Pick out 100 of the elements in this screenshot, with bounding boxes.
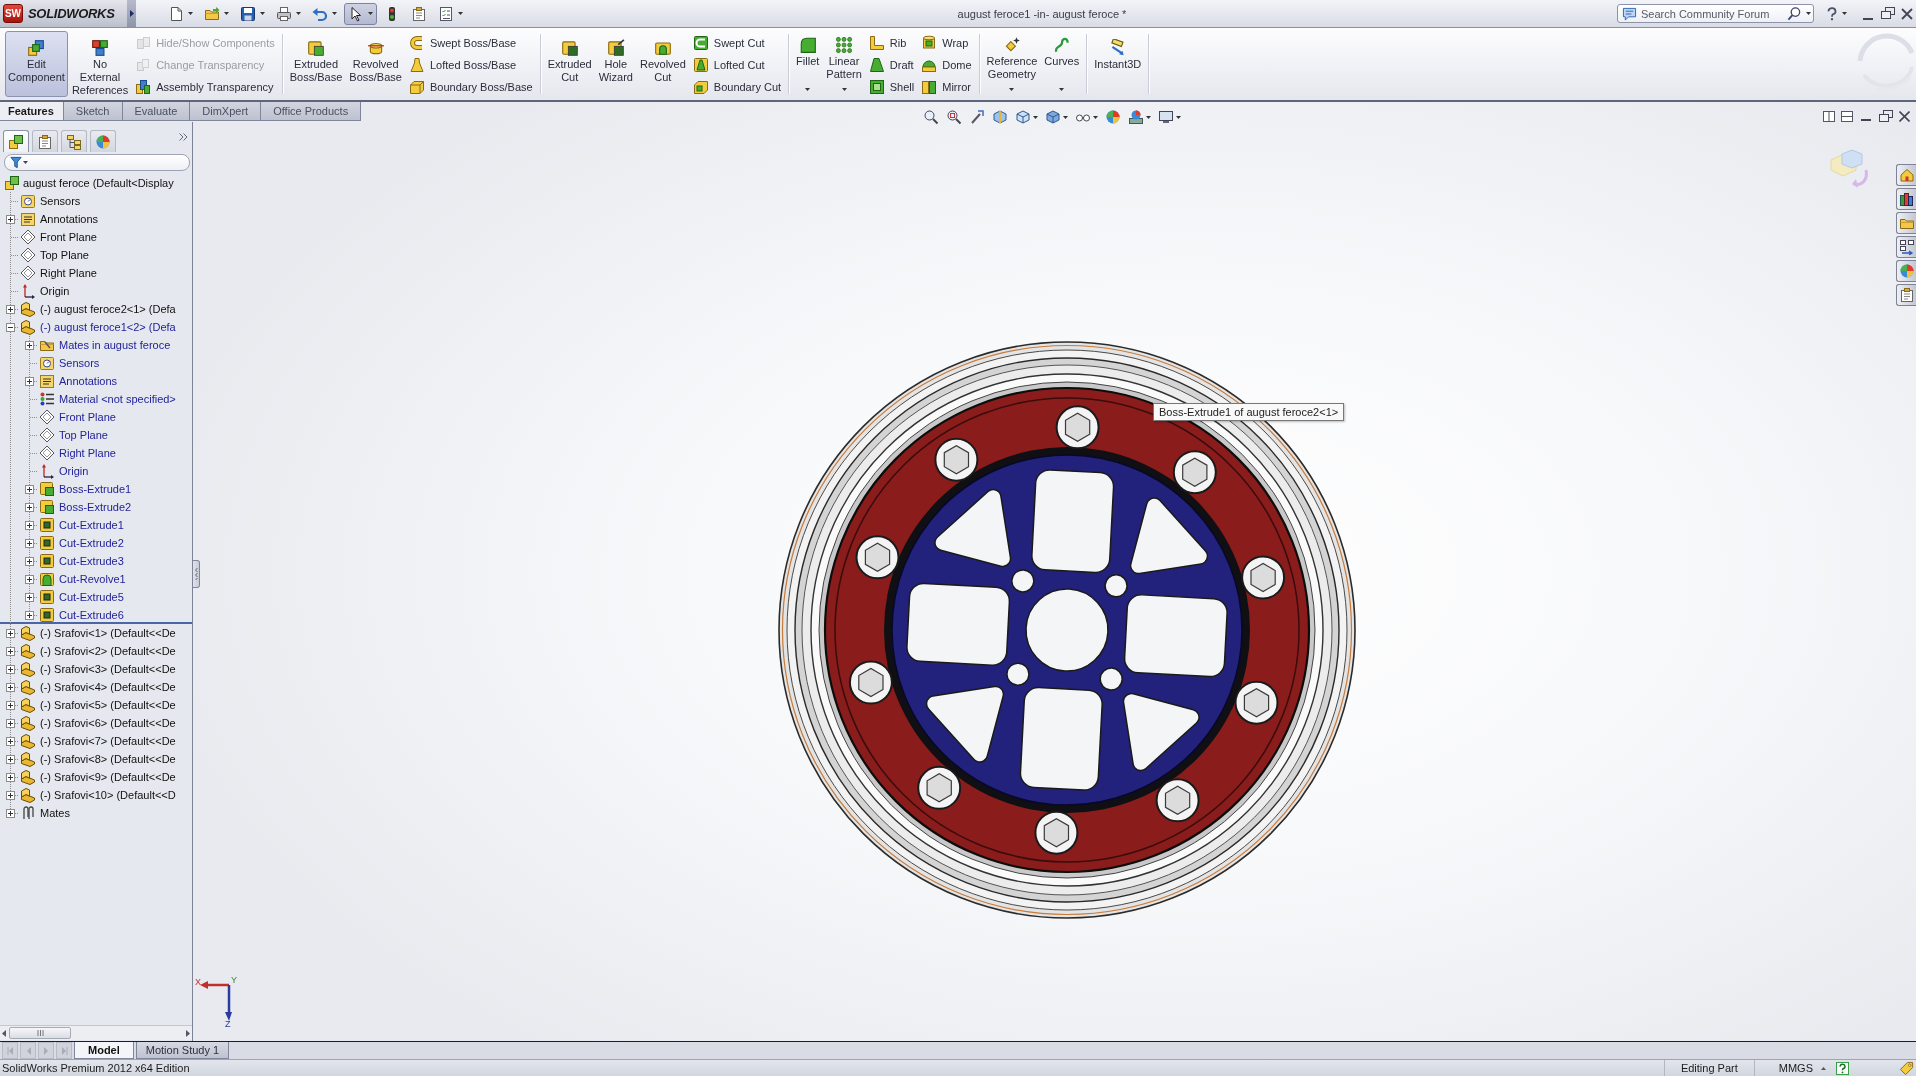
expand-icon[interactable] [6,754,15,764]
command-tab[interactable]: Sketch [62,102,123,121]
menu-flyout-button[interactable] [127,0,136,27]
ribbon-button[interactable]: Reference Geometry [983,31,1041,97]
view-toolbar-button[interactable] [1015,109,1039,125]
expand-icon[interactable] [6,790,15,800]
ribbon-button[interactable]: Shell [865,78,918,96]
tree-item[interactable]: Front Plane [59,411,116,423]
view-toolbar-button[interactable] [1158,109,1182,125]
horizontal-scrollbar[interactable] [0,1025,192,1040]
expand-icon[interactable] [6,772,15,782]
view-toolbar-button[interactable] [923,109,940,125]
expand-icon[interactable] [25,538,34,548]
panel-tab[interactable] [32,130,58,152]
ribbon-button[interactable]: Boundary Boss/Base [405,78,536,96]
model-tab[interactable]: Model [74,1042,134,1059]
tile-button[interactable] [1841,110,1853,122]
ribbon-button[interactable]: Curves [1041,31,1083,97]
tile-button[interactable] [1823,110,1835,122]
ribbon-button[interactable]: No External References [68,31,132,97]
tree-item[interactable]: Mates in august feroce [59,339,171,351]
tree-item[interactable]: (-) Srafovi<1> (Default<<De [40,627,176,639]
tree-item[interactable]: (-) Srafovi<7> (Default<<De [40,735,176,747]
expand-icon[interactable] [6,628,15,638]
expand-icon[interactable] [25,520,34,530]
toolbar-button[interactable] [344,2,377,25]
tree-item[interactable]: Cut-Extrude6 [59,609,124,621]
restore-button[interactable] [1879,109,1893,123]
tree-item[interactable]: Mates [40,807,70,819]
units-button[interactable]: MMGS [1754,1060,1836,1076]
tree-item[interactable]: Boss-Extrude2 [59,501,132,513]
tree-item[interactable]: Origin [59,465,89,477]
expand-icon[interactable] [6,646,15,656]
tree-item[interactable]: Sensors [59,357,100,369]
help-button[interactable] [1836,1061,1849,1075]
ribbon-button[interactable]: Extruded Cut [544,31,595,97]
view-toolbar-button[interactable] [1105,109,1122,125]
tree-item[interactable]: Cut-Revolve1 [59,573,126,585]
tree-item[interactable]: Top Plane [59,429,108,441]
ribbon-button[interactable]: Revolved Boss/Base [346,31,405,97]
expand-icon[interactable] [25,592,34,602]
panel-tab[interactable] [3,130,29,152]
tree-item[interactable]: Annotations [59,375,118,387]
tree-item[interactable]: (-) Srafovi<3> (Default<<De [40,663,176,675]
tree-item[interactable]: Sensors [40,195,81,207]
model-tab[interactable]: Motion Study 1 [135,1042,230,1059]
view-toolbar-button[interactable] [1045,109,1069,125]
ribbon-button[interactable]: Swept Cut [689,34,785,52]
scrollbar-thumb[interactable] [9,1027,71,1039]
expand-icon[interactable] [6,664,15,674]
command-tab[interactable]: Features [0,102,64,121]
view-toolbar-button[interactable] [992,109,1009,125]
ribbon-button[interactable]: Fillet [793,31,823,97]
view-toolbar-button[interactable] [969,109,986,125]
tree-item[interactable]: august feroce (Default<Display [23,177,174,189]
tree-item[interactable]: Cut-Extrude3 [59,555,124,567]
expand-icon[interactable] [25,556,34,566]
command-tab[interactable]: DimXpert [189,102,262,121]
expand-icon[interactable] [6,214,15,224]
ribbon-button[interactable]: Wrap [918,34,975,52]
expand-icon[interactable] [6,700,15,710]
tree-item[interactable]: Annotations [40,213,99,225]
command-tab[interactable]: Office Products [260,102,362,121]
ribbon-button[interactable]: Boundary Cut [689,78,785,96]
command-tab[interactable]: Evaluate [121,102,191,121]
panel-collapse-handle[interactable] [193,560,200,588]
tree-item[interactable]: Cut-Extrude2 [59,537,124,549]
tree-item[interactable]: Boss-Extrude1 [59,483,132,495]
panel-tab[interactable] [61,130,87,152]
tree-item[interactable]: Right Plane [59,447,116,459]
ribbon-button[interactable]: Draft [865,56,918,74]
ribbon-button[interactable]: Rib [865,34,918,52]
ribbon-button[interactable]: Revolved Cut [636,31,689,97]
filter-field[interactable] [4,154,190,171]
ribbon-button[interactable]: Mirror [918,78,975,96]
tree-item[interactable]: (-) august feroce2<1> (Defa [40,303,176,315]
ribbon-button[interactable]: Extruded Boss/Base [286,31,346,97]
tree-item[interactable]: Cut-Extrude1 [59,519,124,531]
ribbon-button[interactable]: Edit Component [5,31,68,97]
expand-icon[interactable] [6,808,15,818]
tree-item[interactable]: (-) Srafovi<10> (Default<<D [40,789,176,801]
tree-item[interactable]: Top Plane [40,249,89,261]
tree-item[interactable]: (-) Srafovi<5> (Default<<De [40,699,176,711]
expand-panel-button[interactable] [179,133,188,141]
expand-icon[interactable] [6,682,15,692]
tree-item[interactable]: Cut-Extrude5 [59,591,124,603]
tree-item[interactable]: Right Plane [40,267,97,279]
expand-icon[interactable] [25,484,34,494]
tree-item[interactable]: Material <not specified> [59,393,176,405]
ribbon-button[interactable]: Linear Pattern [823,31,865,97]
expand-icon[interactable] [6,304,15,314]
panel-tab[interactable] [90,130,116,152]
tree-item[interactable]: Origin [40,285,70,297]
ribbon-button[interactable]: Lofted Cut [689,56,785,74]
search-field[interactable]: Search Community Forum [1617,4,1814,23]
ribbon-button[interactable]: Dome [918,56,975,74]
expand-icon[interactable] [25,376,34,386]
tag-button[interactable] [1899,1060,1914,1076]
expand-icon[interactable] [25,574,34,584]
tree-item[interactable]: (-) Srafovi<6> (Default<<De [40,717,176,729]
